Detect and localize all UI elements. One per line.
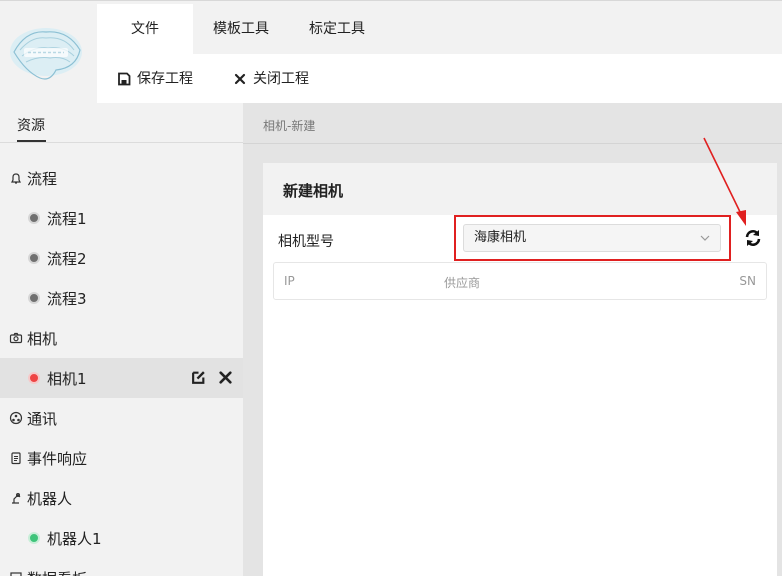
breadcrumb: 相机-新建 [263, 119, 316, 133]
tree-group-flow[interactable]: 流程 [0, 158, 243, 198]
camera-model-label: 相机型号 [278, 234, 334, 250]
main-content: 相机-新建 新建相机 相机型号 海康相机 IP 供应商 SN [243, 103, 782, 576]
save-project-label: 保存工程 [137, 71, 193, 87]
top-header: 文件 模板工具 标定工具 保存工程 关闭工程 [0, 0, 782, 104]
status-dot [28, 292, 40, 304]
tree-group-communication[interactable]: 通讯 [0, 398, 243, 438]
tree-group-label: 事件响应 [27, 449, 88, 468]
status-dot [28, 532, 40, 544]
column-header-vendor: 供应商 [444, 276, 481, 290]
tree-item-flow-1[interactable]: 流程1 [0, 198, 243, 238]
breadcrumb-divider [243, 143, 782, 144]
dashboard-icon [10, 572, 22, 576]
camera-table-header: IP 供应商 SN [273, 262, 767, 300]
tree-group-label: 相机 [27, 329, 58, 348]
column-header-ip: IP [284, 274, 295, 288]
close-icon [234, 73, 246, 85]
network-icon [9, 411, 23, 425]
tree-item-label: 机器人1 [47, 529, 102, 548]
tree-group-dashboard[interactable]: 数据看板 [0, 558, 243, 576]
tree-group-event-response[interactable]: 事件响应 [0, 438, 243, 478]
camera-icon [9, 332, 23, 344]
tree-item-label: 流程1 [47, 209, 87, 228]
tree-group-robot[interactable]: 机器人 [0, 478, 243, 518]
tab-template-tools[interactable]: 模板工具 [203, 4, 279, 54]
tree-item-robot-1[interactable]: 机器人1 [0, 518, 243, 558]
edit-icon[interactable] [191, 370, 206, 385]
menu-tab-row: 文件 模板工具 标定工具 [97, 4, 782, 54]
app-logo [0, 4, 97, 104]
status-dot [28, 212, 40, 224]
tree-group-label: 通讯 [27, 409, 58, 428]
status-dot [28, 252, 40, 264]
tree-item-label: 流程3 [47, 289, 87, 308]
tree-group-label: 数据看板 [27, 568, 87, 576]
bell-icon [11, 173, 21, 184]
status-dot [28, 372, 40, 384]
menu-area: 文件 模板工具 标定工具 保存工程 关闭工程 [97, 4, 782, 104]
tree-group-camera[interactable]: 相机 [0, 318, 243, 358]
highlight-box [454, 215, 731, 261]
panel-header: 新建相机 [263, 163, 777, 215]
close-project-button[interactable]: 关闭工程 [233, 54, 309, 104]
tab-calibration-tools[interactable]: 标定工具 [299, 4, 375, 54]
new-camera-panel: 新建相机 相机型号 海康相机 IP 供应商 SN [263, 163, 777, 576]
brain-logo-icon [10, 28, 82, 80]
sidebar-tab-resources[interactable]: 资源 [17, 115, 45, 135]
save-project-button[interactable]: 保存工程 [117, 54, 193, 104]
resource-sidebar: 资源 流程 流程1 流程2 流程3 相机 相机1 通讯 事件响应 机器人 机器人… [0, 103, 243, 576]
panel-title: 新建相机 [283, 182, 344, 200]
delete-icon[interactable] [218, 370, 233, 385]
tree-item-flow-2[interactable]: 流程2 [0, 238, 243, 278]
clipboard-icon [11, 452, 21, 465]
column-header-sn: SN [739, 274, 756, 288]
tab-file[interactable]: 文件 [97, 4, 193, 54]
sidebar-divider [0, 142, 243, 143]
tree-item-flow-3[interactable]: 流程3 [0, 278, 243, 318]
tree-group-label: 流程 [27, 169, 58, 188]
close-project-label: 关闭工程 [253, 71, 309, 87]
tree-item-camera-1[interactable]: 相机1 [0, 358, 243, 398]
tree-item-label: 流程2 [47, 249, 87, 268]
tree-group-label: 机器人 [27, 489, 73, 508]
toolbar: 保存工程 关闭工程 [97, 54, 782, 104]
save-icon [118, 72, 131, 86]
robot-arm-icon [12, 492, 21, 504]
row-actions [191, 370, 233, 385]
tree-item-label: 相机1 [47, 369, 87, 388]
refresh-icon[interactable] [742, 227, 764, 249]
